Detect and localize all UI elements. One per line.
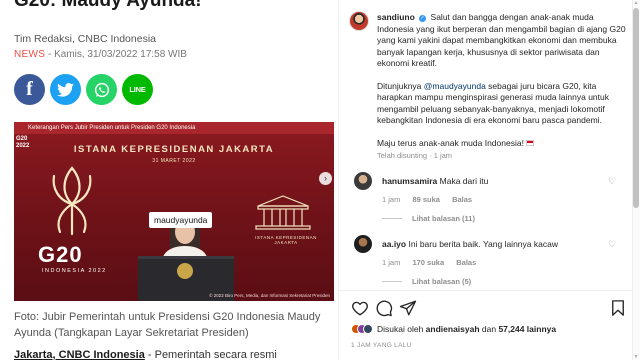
photo-caption: Foto: Jubir Pemerintah untuk Presidensi … — [14, 311, 321, 339]
view-replies-label: Lihat balasan (5) — [412, 277, 472, 286]
comment-body: aa.iyo Ini baru berita baik. Yang lainny… — [382, 239, 558, 250]
scrollbar[interactable]: ▲ ▼ — [632, 0, 640, 360]
post-caption: sandiuno ✓ Salut dan bangga dengan anak-… — [377, 12, 629, 160]
commenter-avatar[interactable] — [354, 235, 372, 253]
caption-mention-link[interactable]: @maudyayunda — [424, 81, 486, 91]
view-replies-label: Lihat balasan (11) — [412, 214, 475, 223]
caption-paragraph-1: Salut dan bangga dengan anak-anak muda I… — [377, 12, 626, 68]
liked-by-summary: Disukai oleh andienaisyah dan 57,244 lai… — [351, 324, 556, 334]
bookmark-icon[interactable] — [609, 299, 627, 317]
palace-icon — [255, 195, 311, 230]
indonesia-flag-icon — [526, 139, 535, 146]
comment-likes[interactable]: 170 suka — [412, 258, 444, 267]
garuda-emblem-icon — [177, 263, 193, 279]
like-heart-icon[interactable] — [351, 299, 369, 317]
comment-body: hanumsamira Maka dari itu — [382, 176, 488, 187]
g20-small-logo-text: G20 — [16, 136, 28, 142]
liked-by-user[interactable]: andienaisyah — [426, 324, 480, 334]
article-byline: Tim Redaksi, CNBC Indonesia — [14, 33, 156, 45]
article-photo[interactable]: Keterangan Pers Jubir Presiden untuk Pre… — [14, 122, 334, 301]
photo-ticker: Keterangan Pers Jubir Presiden untuk Pre… — [14, 122, 334, 134]
instagram-user-tag[interactable]: maudyayunda — [149, 212, 213, 228]
view-replies-button[interactable]: Lihat balasan (11) — [382, 213, 475, 224]
facebook-icon[interactable]: f — [14, 74, 45, 105]
line-icon[interactable]: LINE — [122, 74, 153, 105]
liked-by-mid: dan — [479, 324, 499, 334]
article-lead-text: - Pemerintah secara resmi — [144, 349, 277, 360]
comment-username[interactable]: hanumsamira — [382, 176, 437, 186]
comment-text: Ini baru berita baik. Yang lainnya kacaw — [408, 239, 558, 249]
comment-reply-button[interactable]: Balas — [456, 258, 476, 267]
comment-actions: 1 jam 170 suka Balas — [382, 257, 486, 268]
g20-emblem-icon — [52, 166, 92, 236]
article-date: - Kamis, 31/03/2022 17:58 WIB — [45, 49, 187, 60]
photo-copyright: © 2022 Biro Pers, Media, dan Informasi S… — [209, 293, 330, 298]
post-time-ago[interactable]: 1 JAM YANG LALU — [351, 342, 412, 349]
caption-paragraph-2-start: Ditunjuknya — [377, 80, 424, 91]
article-lead: Jakarta, CNBC Indonesia - Pemerintah sec… — [14, 349, 338, 360]
g20-subtext: INDONESIA 2022 — [42, 268, 107, 274]
caption-paragraph-3: Maju terus anak-anak muda Indonesia! — [377, 137, 527, 148]
twitter-icon[interactable] — [50, 74, 81, 105]
section-divider — [339, 290, 633, 291]
comment-reply-button[interactable]: Balas — [452, 195, 472, 204]
palace-label: ISTANA KEPRESIDENAN JAKARTA — [255, 235, 317, 245]
article-dateline: NEWS - Kamis, 31/03/2022 17:58 WIB — [14, 49, 187, 60]
commenter-avatar[interactable] — [354, 172, 372, 190]
comment-username[interactable]: aa.iyo — [382, 239, 406, 249]
caption-edited-time: Telah disunting · 1 jam — [377, 151, 453, 160]
instagram-post-panel: sandiuno ✓ Salut dan bangga dengan anak-… — [338, 0, 640, 360]
whatsapp-icon[interactable] — [86, 74, 117, 105]
post-author-username[interactable]: sandiuno — [377, 12, 415, 22]
share-buttons: f LINE — [14, 74, 153, 105]
liked-by-count[interactable]: 57,244 lainnya — [498, 324, 556, 334]
article-source[interactable]: NEWS — [14, 49, 45, 60]
news-article: G20: Maudy Ayunda! Tim Redaksi, CNBC Ind… — [0, 0, 338, 360]
liked-by-prefix: Disukai oleh — [377, 324, 426, 334]
comment-like-heart-icon[interactable]: ♡ — [608, 177, 617, 186]
post-action-bar — [349, 299, 631, 317]
liker-avatar — [363, 324, 373, 334]
next-photo-arrow-icon[interactable]: › — [319, 172, 332, 185]
scroll-down-arrow-icon[interactable]: ▼ — [633, 354, 639, 360]
article-headline: G20: Maudy Ayunda! — [14, 0, 202, 11]
scrollbar-thumb[interactable] — [633, 8, 639, 208]
comment-time[interactable]: 1 jam — [382, 195, 400, 204]
comment-icon[interactable] — [375, 299, 393, 317]
comment-like-heart-icon[interactable]: ♡ — [608, 240, 617, 249]
replies-divider — [382, 218, 402, 219]
comment-actions: 1 jam 89 suka Balas — [382, 194, 482, 205]
comment-time[interactable]: 1 jam — [382, 258, 400, 267]
share-paper-plane-icon[interactable] — [399, 299, 417, 317]
view-replies-button[interactable]: Lihat balasan (5) — [382, 276, 471, 287]
comment-likes[interactable]: 89 suka — [412, 195, 440, 204]
post-author-avatar[interactable] — [349, 11, 369, 31]
replies-divider — [382, 281, 402, 282]
scroll-up-arrow-icon[interactable]: ▲ — [633, 0, 639, 6]
verified-badge-icon: ✓ — [419, 15, 427, 22]
photo-title: ISTANA KEPRESIDENAN JAKARTA — [73, 144, 275, 155]
comment-text: Maka dari itu — [439, 176, 489, 186]
article-lead-location[interactable]: Jakarta, CNBC Indonesia — [14, 349, 145, 360]
g20-text: G20 — [38, 242, 83, 267]
